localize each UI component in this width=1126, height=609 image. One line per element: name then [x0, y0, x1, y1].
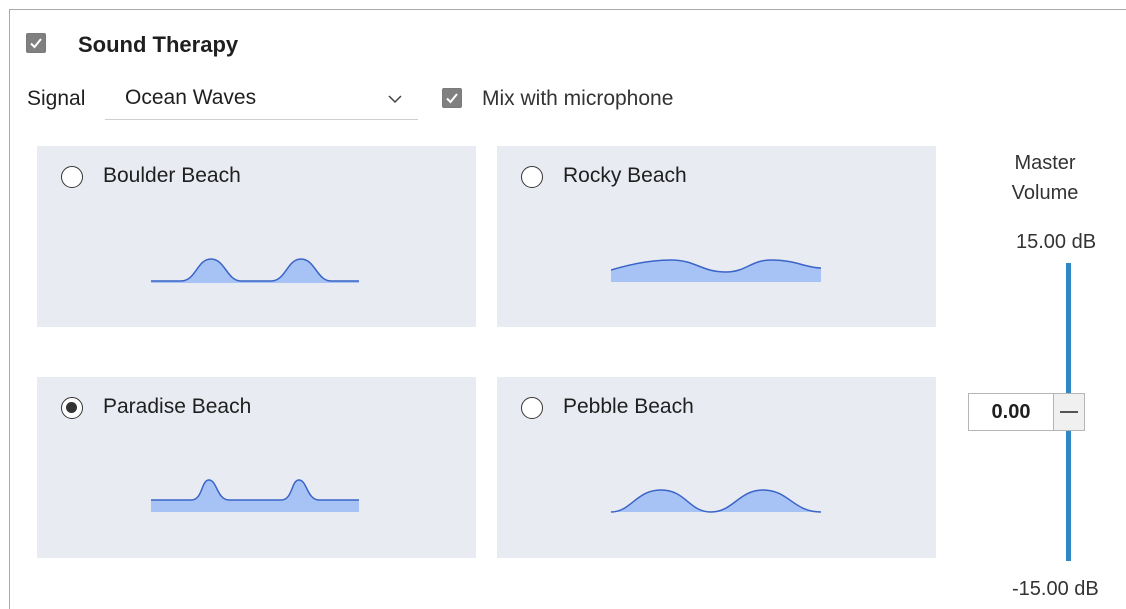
master-volume-heading: Master Volume: [990, 148, 1100, 208]
waveform-icon: [151, 258, 359, 283]
preset-card-boulder-beach[interactable]: Boulder Beach: [37, 146, 476, 327]
signal-label: Signal: [27, 87, 86, 110]
preset-card-paradise-beach[interactable]: Paradise Beach: [37, 377, 476, 558]
waveform-icon: [611, 489, 822, 513]
volume-max-label: 15.00 dB: [1016, 231, 1097, 253]
signal-dropdown[interactable]: Ocean Waves: [105, 80, 418, 120]
preset-label: Pebble Beach: [563, 395, 694, 418]
preset-card-rocky-beach[interactable]: Rocky Beach: [497, 146, 936, 327]
mix-microphone-label: Mix with microphone: [482, 87, 674, 110]
panel-title: Sound Therapy: [78, 32, 239, 57]
sound-therapy-checkbox[interactable]: [26, 33, 46, 53]
checkmark-icon: [446, 93, 458, 104]
chevron-down-icon: [388, 95, 402, 104]
volume-value-field[interactable]: 0.00: [968, 393, 1054, 431]
waveform-icon: [151, 479, 359, 512]
preset-label: Paradise Beach: [103, 395, 252, 418]
waveform-icon: [611, 259, 822, 282]
master-volume-heading-line2: Volume: [1011, 182, 1079, 204]
master-volume-heading-line1: Master: [1014, 152, 1076, 174]
volume-slider-thumb[interactable]: [1053, 393, 1085, 431]
preset-radio-selected[interactable]: [61, 397, 83, 419]
preset-card-pebble-beach[interactable]: Pebble Beach: [497, 377, 936, 558]
preset-radio[interactable]: [61, 166, 83, 188]
volume-min-label: -15.00 dB: [1012, 578, 1099, 600]
preset-radio[interactable]: [521, 397, 543, 419]
checkmark-icon: [30, 38, 42, 49]
signal-dropdown-value: Ocean Waves: [125, 86, 257, 109]
preset-label: Boulder Beach: [103, 164, 241, 187]
preset-label: Rocky Beach: [563, 164, 687, 187]
preset-radio[interactable]: [521, 166, 543, 188]
mix-microphone-checkbox[interactable]: [442, 88, 462, 108]
